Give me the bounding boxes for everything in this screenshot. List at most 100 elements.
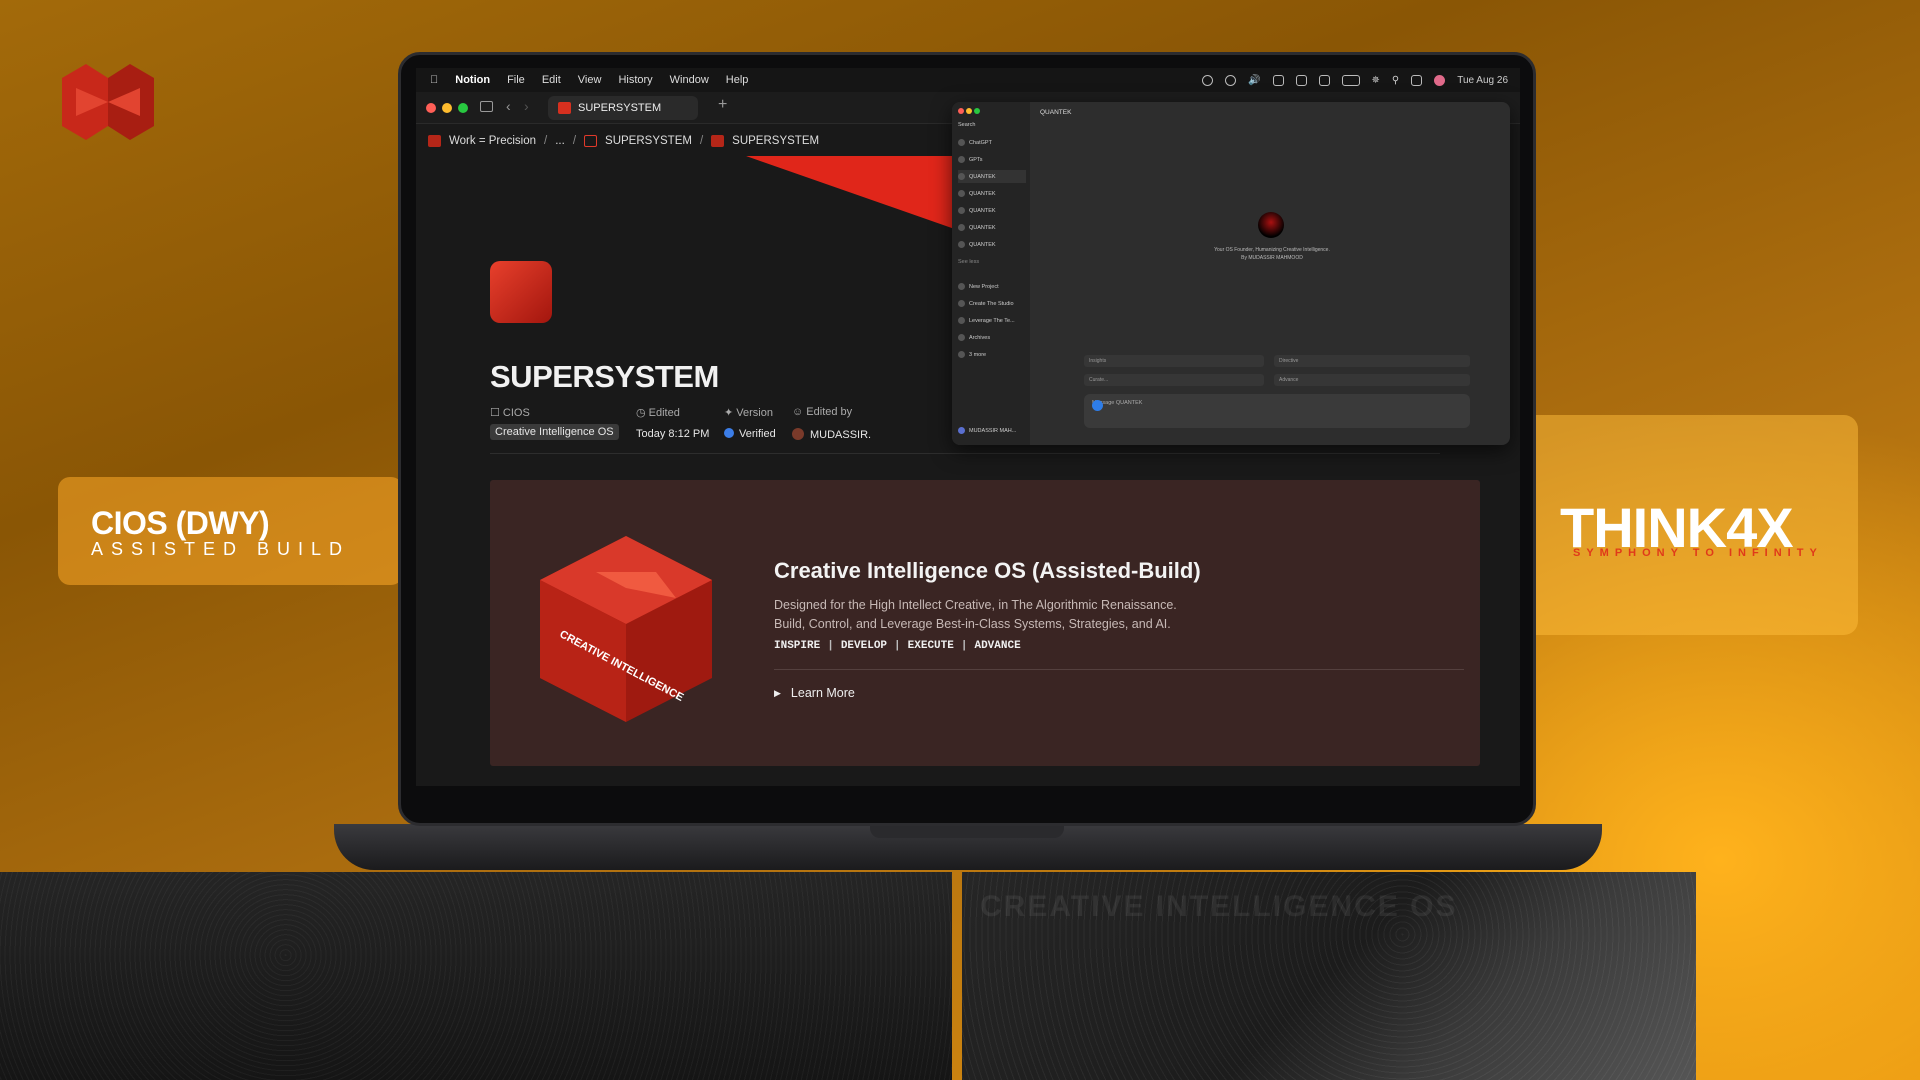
- display-icon[interactable]: [1272, 74, 1284, 86]
- property-cios-value[interactable]: Creative Intelligence OS: [490, 424, 619, 440]
- menu-view[interactable]: View: [578, 74, 602, 86]
- page-icon-small: [711, 135, 725, 147]
- tag-separator: |: [827, 640, 834, 652]
- openai-icon[interactable]: [1202, 74, 1214, 86]
- page-favicon-icon: [558, 102, 571, 114]
- callout-desc-line-2: Build, Control, and Leverage Best-in-Cla…: [774, 617, 1171, 631]
- breadcrumb: Work = Precision / ... / SUPERSYSTEM / S…: [428, 131, 819, 151]
- menu-app-name[interactable]: Notion: [455, 74, 490, 86]
- close-window-button[interactable]: [426, 103, 436, 113]
- grid-page-icon: [584, 135, 598, 147]
- page-icon[interactable]: [490, 261, 552, 323]
- chat-user-profile[interactable]: MUDASSIR MAH...: [958, 424, 1026, 437]
- verified-icon: [724, 428, 734, 438]
- send-icon[interactable]: [1092, 400, 1103, 411]
- menu-window[interactable]: Window: [670, 74, 709, 86]
- page-title[interactable]: SUPERSYSTEM: [490, 359, 719, 395]
- think4x-badge: THINK4X SYMPHONY TO INFINITY: [1518, 415, 1858, 635]
- think4x-cube-logo-icon: [62, 64, 154, 140]
- volume-icon[interactable]: 🔊: [1248, 75, 1260, 86]
- tab-label: SUPERSYSTEM: [578, 102, 662, 114]
- chat-message-input[interactable]: Message QUANTEK: [1084, 394, 1470, 428]
- sidebar-item-gpt[interactable]: QUANTEK: [958, 187, 1026, 200]
- menu-history[interactable]: History: [618, 74, 652, 86]
- menu-edit[interactable]: Edit: [542, 74, 561, 86]
- menu-help[interactable]: Help: [726, 74, 749, 86]
- chat-sidebar: Search ChatGPT GPTs QUANTEK QUANTEK QUAN…: [952, 102, 1030, 445]
- property-edited-label: ◷ Edited: [636, 407, 680, 419]
- tag-separator: |: [960, 640, 968, 652]
- bluetooth-icon[interactable]: ✵: [1372, 75, 1380, 86]
- cios-badge-title: CIOS (DWY): [91, 505, 270, 541]
- breadcrumb-current[interactable]: SUPERSYSTEM: [732, 135, 819, 147]
- tag-inspire: INSPIRE: [774, 640, 821, 652]
- minimize-window-button[interactable]: [442, 103, 452, 113]
- tab-supersystem[interactable]: SUPERSYSTEM: [548, 96, 698, 120]
- sidebar-toggle-icon[interactable]: [480, 101, 493, 112]
- project-item[interactable]: Create The Studio: [958, 297, 1026, 310]
- menubar-date[interactable]: Tue Aug 26: [1457, 75, 1508, 86]
- callout-card: CREATIVE INTELLIGENCE Creative Intellige…: [490, 480, 1480, 766]
- laptop-hinge-notch: [870, 824, 1064, 838]
- project-new[interactable]: New Project: [958, 280, 1026, 293]
- sidebar-item-gpt[interactable]: QUANTEK: [958, 221, 1026, 234]
- spotlight-search-icon[interactable]: ⚲: [1392, 75, 1399, 86]
- chat-minimize-button[interactable]: [966, 108, 972, 114]
- sidebar-item-gpts[interactable]: GPTs: [958, 153, 1026, 166]
- chat-model-title[interactable]: QUANTEK: [1040, 109, 1071, 116]
- cios-product-box-image: CREATIVE INTELLIGENCE: [540, 536, 712, 722]
- property-edited-by-label: ☺ Edited by: [792, 406, 853, 418]
- breadcrumb-separator: /: [572, 135, 577, 147]
- apple-icon[interactable]: : [430, 74, 438, 86]
- breadcrumb-parent[interactable]: SUPERSYSTEM: [605, 135, 692, 147]
- menubar-status-area: 🔊 ✵ ⚲ Tue Aug 26: [1202, 68, 1508, 92]
- suggestion-chip[interactable]: Directive: [1274, 355, 1470, 367]
- think4x-tagline: SYMPHONY TO INFINITY: [1573, 547, 1823, 559]
- property-version-value[interactable]: Verified: [724, 428, 776, 440]
- suggestion-chip[interactable]: Insights: [1084, 355, 1264, 367]
- see-less-link[interactable]: See less: [958, 255, 1026, 268]
- callout-tags: INSPIRE | DEVELOP | EXECUTE | ADVANCE: [774, 640, 1021, 652]
- breadcrumb-ellipsis[interactable]: ...: [555, 135, 565, 147]
- tag-develop: DEVELOP: [840, 640, 888, 652]
- callout-title: Creative Intelligence OS (Assisted-Build…: [774, 558, 1201, 583]
- project-archives[interactable]: Archives: [958, 331, 1026, 344]
- forward-arrow-icon[interactable]: ›: [524, 98, 529, 114]
- project-more[interactable]: 3 more: [958, 348, 1026, 361]
- property-version-label: ✦ Version: [724, 407, 773, 419]
- zoom-window-button[interactable]: [458, 103, 468, 113]
- siri-icon[interactable]: [1434, 74, 1446, 86]
- sidebar-item-gpt[interactable]: QUANTEK: [958, 170, 1026, 183]
- learn-more-toggle[interactable]: ▶ Learn More: [774, 686, 855, 700]
- tag-separator: |: [894, 640, 901, 652]
- back-arrow-icon[interactable]: ‹: [506, 98, 511, 114]
- chat-close-button[interactable]: [958, 108, 964, 114]
- sidebar-item-gpt[interactable]: QUANTEK: [958, 204, 1026, 217]
- pedestal-engraving: CREATIVE INTELLIGENCE OS: [980, 890, 1458, 923]
- play-icon[interactable]: [1225, 74, 1237, 86]
- new-tab-button[interactable]: +: [718, 96, 727, 114]
- menu-file[interactable]: File: [507, 74, 525, 86]
- chatgpt-window: Search ChatGPT GPTs QUANTEK QUANTEK QUAN…: [952, 102, 1510, 445]
- gpt-avatar: [1258, 212, 1284, 238]
- tag-advance: ADVANCE: [974, 640, 1021, 652]
- pedestal-left: [0, 872, 952, 1080]
- cios-badge-subtitle: ASSISTED BUILD: [91, 539, 351, 559]
- breadcrumb-workspace[interactable]: Work = Precision: [449, 135, 536, 147]
- gpt-caption-line-1: Your OS Founder, Humanizing Creative Int…: [1214, 247, 1330, 253]
- project-item[interactable]: Leverage The Te...: [958, 314, 1026, 327]
- stack-icon[interactable]: [1318, 74, 1330, 86]
- battery-icon[interactable]: [1341, 74, 1360, 86]
- callout-divider: [774, 669, 1464, 670]
- notion-icon[interactable]: [1295, 74, 1307, 86]
- toggle-triangle-icon[interactable]: ▶: [774, 688, 781, 699]
- sidebar-item-gpt[interactable]: QUANTEK: [958, 238, 1026, 251]
- property-edited-by-value[interactable]: MUDASSIR.: [792, 428, 871, 441]
- sidebar-item-chatgpt[interactable]: ChatGPT: [958, 136, 1026, 149]
- property-edited-value[interactable]: Today 8:12 PM: [636, 428, 709, 440]
- suggestion-chip[interactable]: Curate...: [1084, 374, 1264, 386]
- suggestion-chip[interactable]: Advance: [1274, 374, 1470, 386]
- chat-zoom-button[interactable]: [974, 108, 980, 114]
- control-center-icon[interactable]: [1411, 74, 1423, 86]
- chat-search-input[interactable]: Search: [958, 118, 1026, 131]
